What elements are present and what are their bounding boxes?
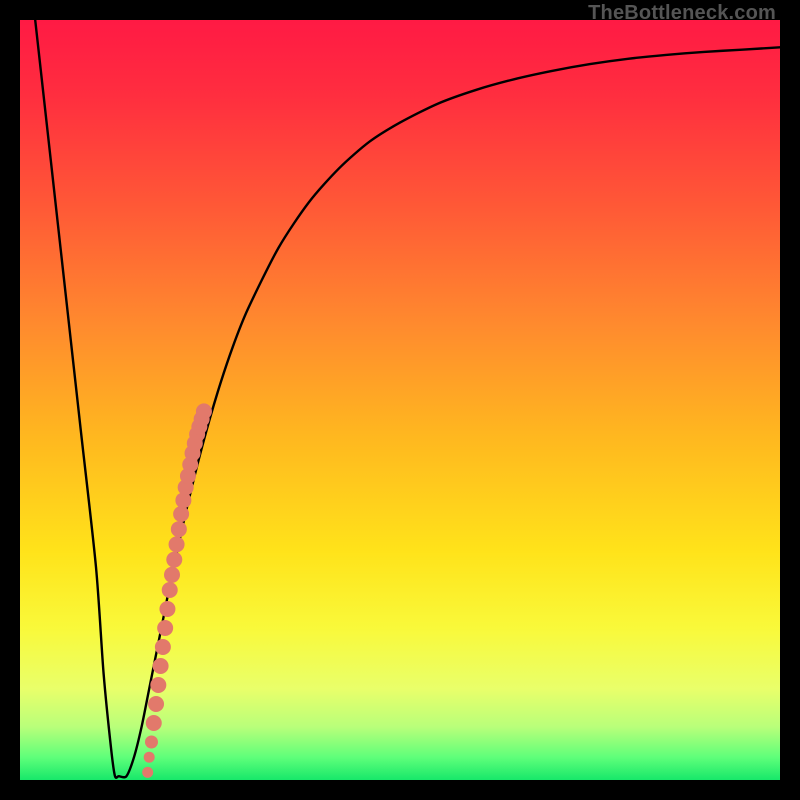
highlight-dot (145, 736, 158, 749)
highlight-dot (155, 639, 171, 655)
highlight-dot (164, 567, 180, 583)
highlight-dot (148, 696, 164, 712)
highlight-dot (173, 506, 189, 522)
highlight-dot (144, 752, 155, 763)
highlight-dot (169, 536, 185, 552)
highlight-dots (142, 403, 212, 778)
highlight-dot (162, 582, 178, 598)
highlight-dot (159, 601, 175, 617)
highlight-dot (166, 552, 182, 568)
bottleneck-curve (35, 20, 780, 778)
highlight-dot (142, 767, 153, 778)
highlight-dot (196, 403, 212, 419)
curve-layer (20, 20, 780, 780)
highlight-dot (171, 521, 187, 537)
chart-frame: TheBottleneck.com (0, 0, 800, 800)
highlight-dot (150, 677, 166, 693)
watermark-label: TheBottleneck.com (588, 2, 776, 25)
highlight-dot (153, 658, 169, 674)
highlight-dot (157, 620, 173, 636)
highlight-dot (146, 715, 162, 731)
plot-area (20, 20, 780, 780)
